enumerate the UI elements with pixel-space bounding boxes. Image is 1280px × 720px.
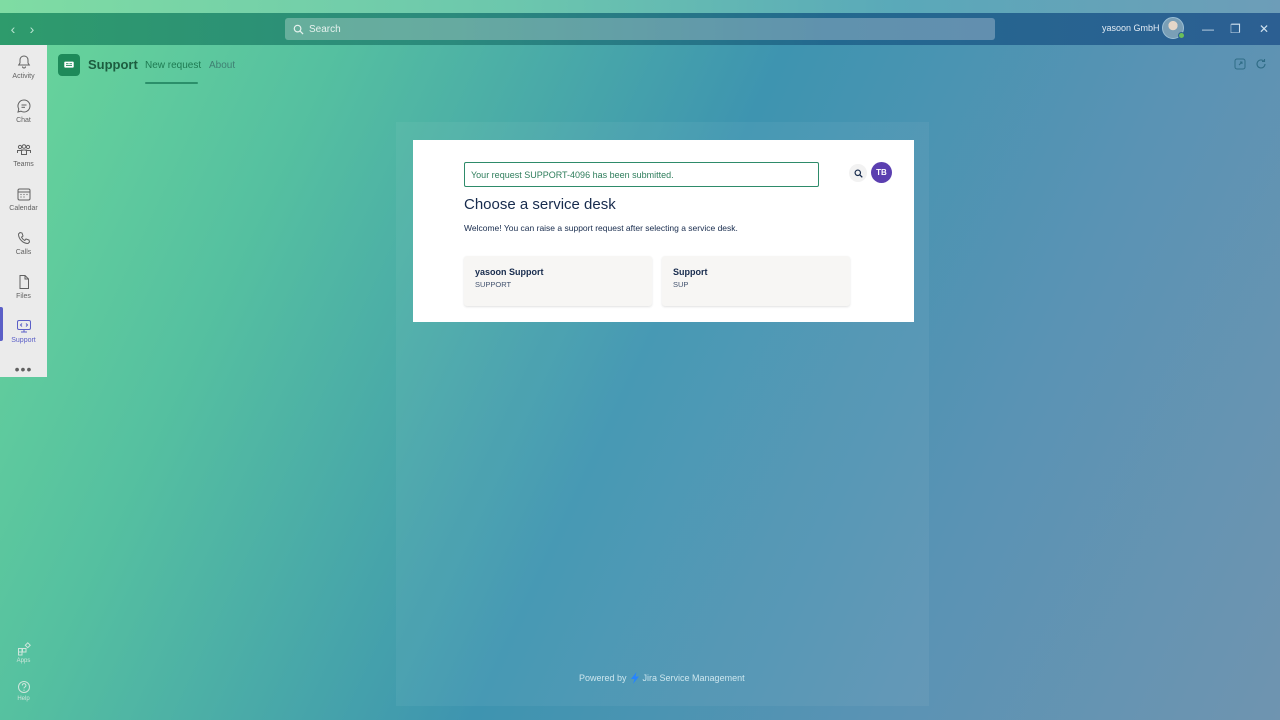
rail-item-label: Apps <box>16 658 31 664</box>
rail-item-calendar[interactable]: Calendar <box>0 177 47 221</box>
service-desk-name: yasoon Support <box>475 267 544 277</box>
support-icon <box>16 320 31 333</box>
rail-item-support[interactable]: Support <box>0 309 47 353</box>
search-placeholder: Search <box>309 23 341 35</box>
window-top-strip <box>0 0 1280 13</box>
rail-item-calls[interactable]: Calls <box>0 221 47 265</box>
forward-arrow-icon[interactable]: › <box>25 20 39 38</box>
close-button[interactable]: ✕ <box>1259 22 1269 36</box>
rail-item-label: Calendar <box>9 205 38 212</box>
profile-avatar[interactable]: TB <box>871 162 892 183</box>
support-app-icon <box>58 54 80 76</box>
rail-item-label: Teams <box>13 161 34 168</box>
service-desk-key: SUPPORT <box>475 280 512 289</box>
portal-card: Your request SUPPORT-4096 has been submi… <box>413 140 914 322</box>
presence-status-icon <box>1178 32 1185 39</box>
service-desk-card[interactable]: Support SUP <box>662 256 850 306</box>
title-bar: ‹ › Search yasoon GmbH — ❐ ✕ <box>0 13 1280 45</box>
file-icon <box>19 275 29 289</box>
rail-item-label: Calls <box>15 249 32 256</box>
apps-icon <box>17 642 31 656</box>
rail-item-label: Support <box>11 337 36 344</box>
help-icon <box>17 681 30 693</box>
service-desk-card[interactable]: yasoon Support SUPPORT <box>464 256 652 306</box>
lightning-bolt-icon <box>630 672 639 684</box>
rail-item-teams[interactable]: Teams <box>0 133 47 177</box>
chat-icon <box>16 99 30 113</box>
rail-item-apps[interactable]: Apps <box>0 638 47 668</box>
search-icon <box>853 168 863 178</box>
org-name: yasoon GmbH <box>1102 23 1160 33</box>
rail-item-help[interactable]: Help <box>0 676 47 706</box>
teams-icon <box>16 144 31 155</box>
calendar-icon <box>17 188 30 201</box>
restore-button[interactable]: ❐ <box>1230 22 1241 36</box>
rail-item-activity[interactable]: Activity <box>0 45 47 89</box>
rail-item-label: Help <box>17 696 30 702</box>
search-icon <box>293 24 304 35</box>
page-title: Choose a service desk <box>464 196 616 213</box>
rail-item-chat[interactable]: Chat <box>0 89 47 133</box>
portal-search-button[interactable] <box>849 164 867 182</box>
powered-by-label: Powered by <box>579 673 627 683</box>
page-description: Welcome! You can raise a support request… <box>464 223 738 233</box>
tab-about[interactable]: About <box>209 60 235 71</box>
service-desk-name: Support <box>673 267 708 277</box>
app-title: Support <box>88 57 138 72</box>
search-input[interactable]: Search <box>285 18 995 40</box>
app-rail: Activity Chat Teams Calendar Calls Files… <box>0 45 47 377</box>
powered-by-product: Jira Service Management <box>642 673 745 683</box>
popout-icon[interactable] <box>1234 58 1246 70</box>
rail-item-label: Activity <box>12 73 35 80</box>
active-tab-indicator <box>145 82 198 84</box>
tab-new-request[interactable]: New request <box>145 60 201 71</box>
phone-icon <box>17 231 30 245</box>
refresh-icon[interactable] <box>1255 58 1267 70</box>
rail-item-label: Chat <box>16 117 31 124</box>
success-flag: Your request SUPPORT-4096 has been submi… <box>464 162 819 187</box>
back-arrow-icon[interactable]: ‹ <box>6 20 20 38</box>
minimize-button[interactable]: — <box>1202 22 1214 36</box>
bell-icon <box>17 55 30 69</box>
rail-item-label: Files <box>16 293 31 300</box>
rail-item-files[interactable]: Files <box>0 265 47 309</box>
more-apps-icon[interactable]: ••• <box>0 361 47 377</box>
service-desk-key: SUP <box>673 280 689 289</box>
powered-by-footer[interactable]: Powered by Jira Service Management <box>579 672 745 684</box>
